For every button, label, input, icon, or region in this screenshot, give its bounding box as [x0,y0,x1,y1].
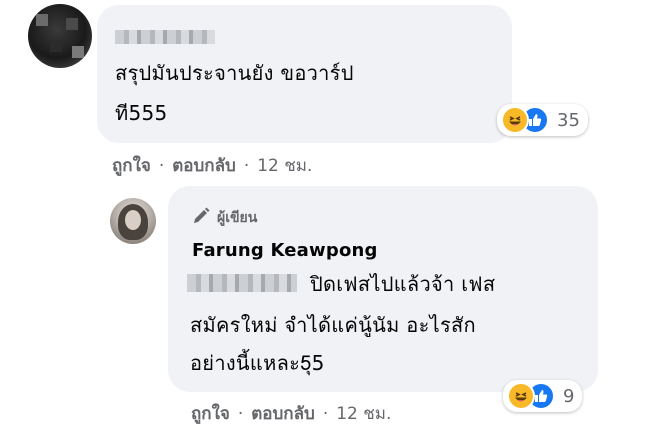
mentioned-name-blurred[interactable] [187,274,297,292]
comment-actions: ถูกใจ · ตอบกลับ · 12 ชม. [112,152,312,179]
comment-text-line: ที555 [115,101,168,125]
separator: · [243,155,250,176]
pen-icon [191,206,211,230]
avatar-face [125,210,141,230]
timestamp[interactable]: 12 ชม. [257,152,312,179]
reply-text-line: ปิดเฟสไปแล้วจ้า เฟส [310,272,496,296]
author-badge: ผู้เขียน [191,206,257,230]
reply-link[interactable]: ตอบกลับ [172,152,236,179]
commenter-avatar[interactable] [28,4,92,68]
haha-icon [507,382,535,410]
like-link[interactable]: ถูกใจ [191,400,230,427]
avatar-pixel [66,18,78,30]
reaction-summary[interactable]: 9 [503,380,583,412]
reaction-summary[interactable]: 35 [497,104,588,136]
avatar-pixel [72,46,84,58]
author-name[interactable]: Farung Keawpong [192,240,378,261]
avatar-pixel [50,40,62,52]
comment-text-line: สรุปมันประจานยัง ขอวาร์ป [115,61,354,85]
author-avatar[interactable] [110,198,156,244]
reply-text-line: สมัครใหม่ จำได้แค่นู้นัม อะไรสัก [190,313,476,337]
haha-icon [501,106,529,134]
reply-link[interactable]: ตอบกลับ [251,400,315,427]
reply-text-line: อย่างนี้แหละ5ุ5 [190,351,325,375]
separator: · [237,403,244,424]
reaction-count: 9 [563,385,575,407]
separator: · [158,155,165,176]
reaction-count: 35 [557,109,580,131]
timestamp[interactable]: 12 ชม. [336,400,391,427]
avatar-pixel [36,14,48,26]
like-link[interactable]: ถูกใจ [112,152,151,179]
separator: · [322,403,329,424]
author-badge-label: ผู้เขียน [217,210,258,226]
reply-actions: ถูกใจ · ตอบกลับ · 12 ชม. [191,400,391,427]
commenter-name-blurred[interactable] [115,30,215,44]
